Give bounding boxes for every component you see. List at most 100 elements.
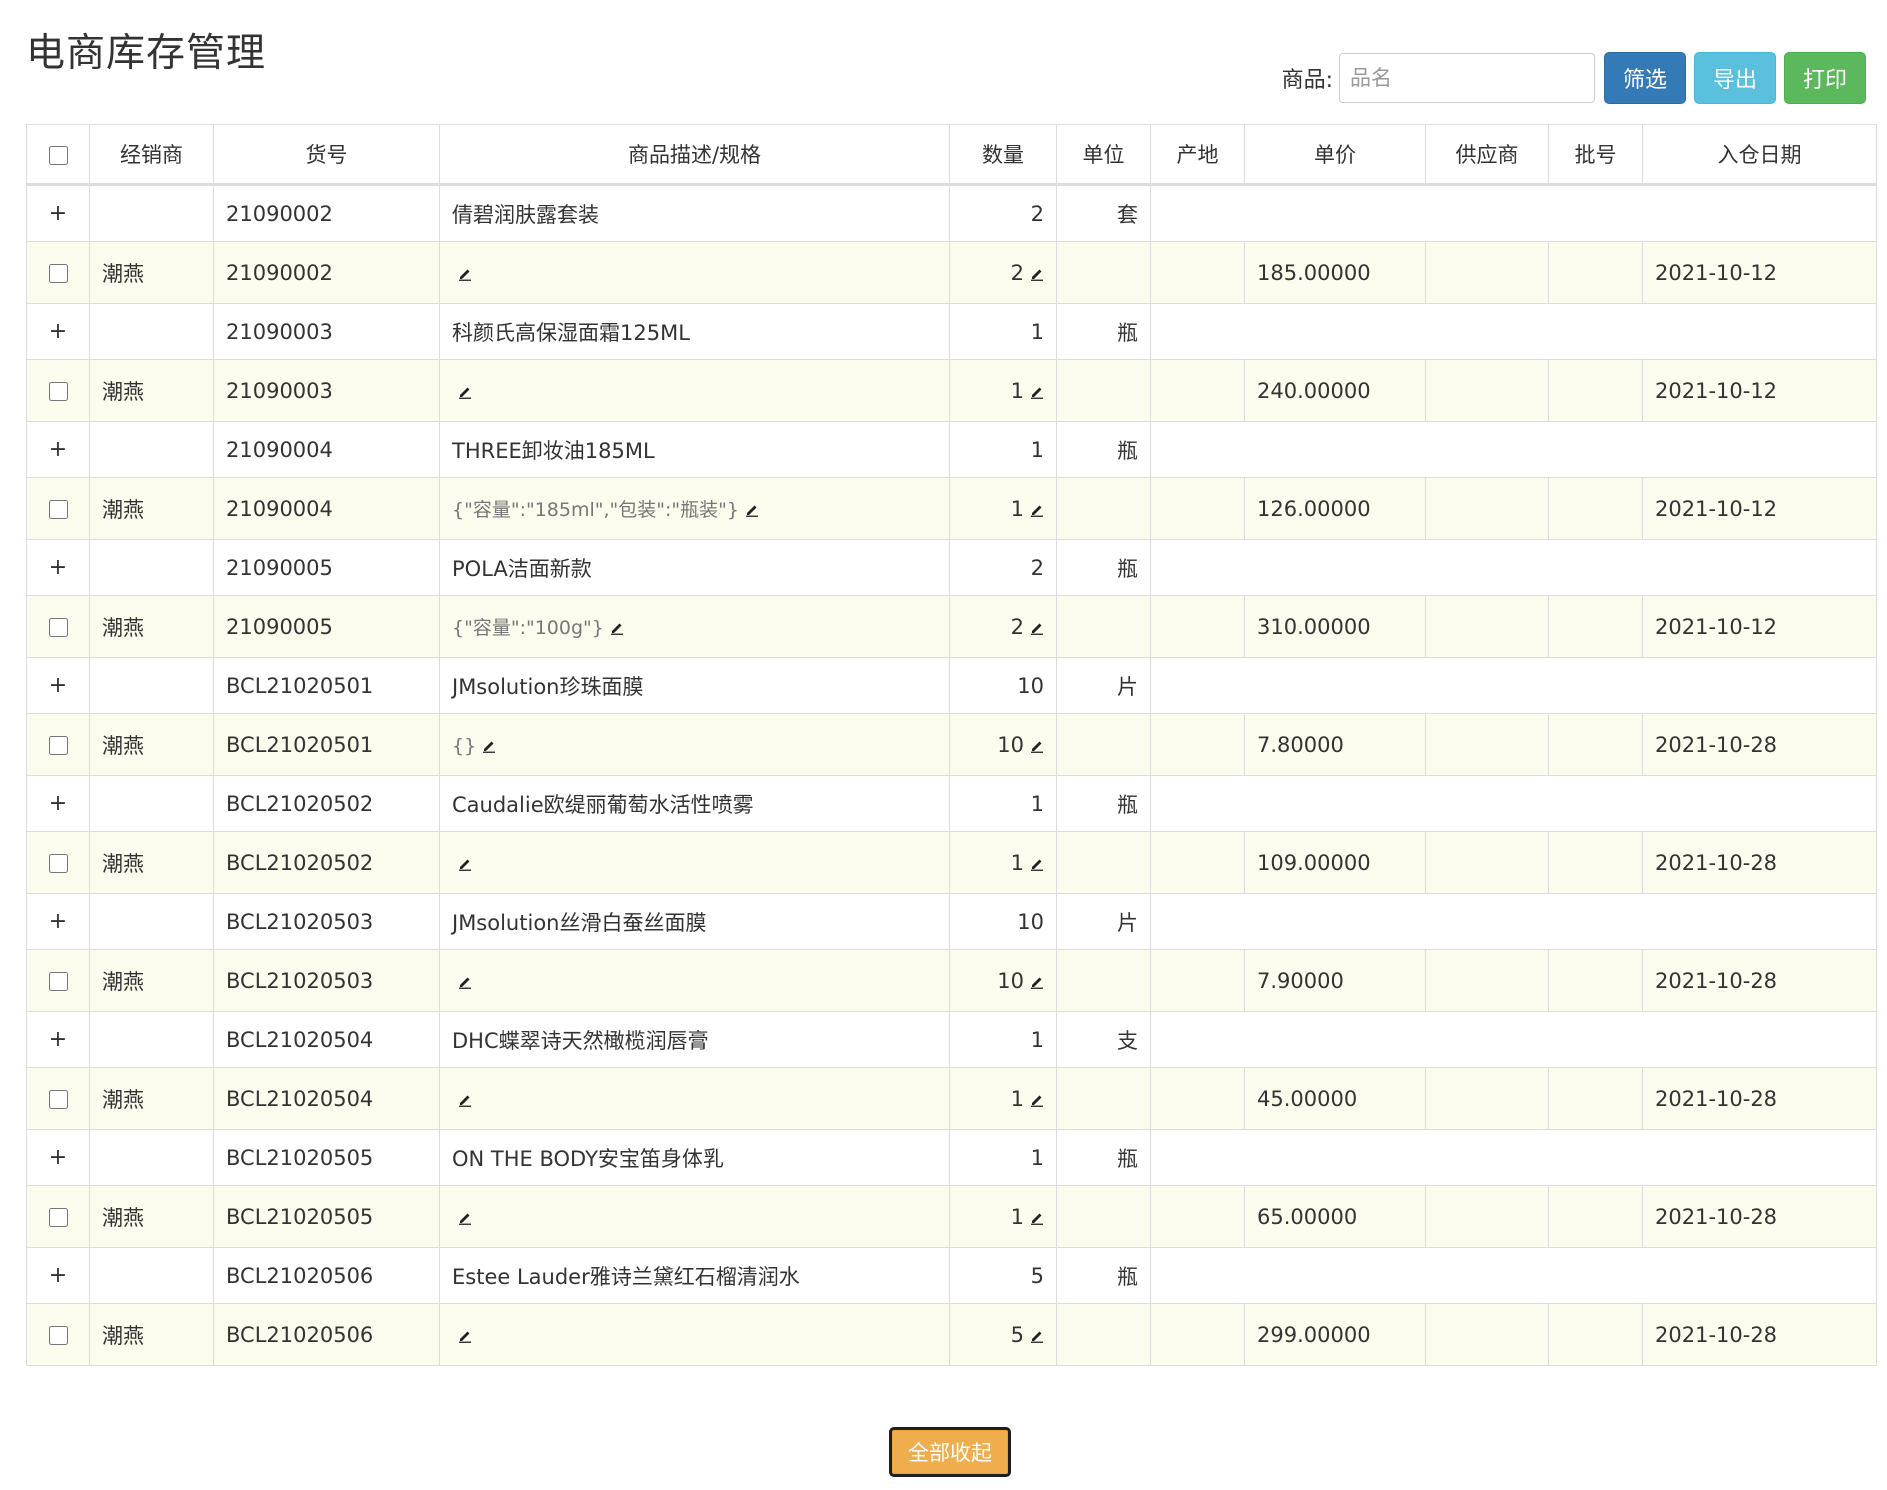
- group-empty-cell: [1150, 1247, 1877, 1304]
- expand-toggle[interactable]: +: [49, 1145, 67, 1170]
- edit-icon[interactable]: [1030, 857, 1044, 871]
- item-unit-cell: [1056, 1303, 1151, 1366]
- item-dealer-cell: 潮燕: [89, 595, 214, 658]
- group-empty-cell: [1150, 1011, 1877, 1068]
- table-header-row: 经销商 货号 商品描述/规格 数量 单位 产地 单价 供应商 批号 入仓日期: [26, 124, 1877, 186]
- item-date-cell: 2021-10-12: [1642, 241, 1877, 304]
- row-checkbox[interactable]: [48, 972, 68, 991]
- expand-toggle[interactable]: +: [49, 673, 67, 698]
- edit-icon[interactable]: [458, 267, 472, 281]
- group-sku-cell: 21090003: [213, 303, 440, 360]
- product-group-row: + BCL21020506 Estee Lauder雅诗兰黛红石榴清润水 5 瓶: [26, 1247, 1877, 1304]
- item-quantity-text: 1: [1010, 378, 1024, 403]
- collapse-all-button[interactable]: 全部收起: [889, 1427, 1011, 1477]
- edit-icon[interactable]: [1030, 267, 1044, 281]
- group-unit-cell: 瓶: [1056, 421, 1151, 478]
- edit-icon[interactable]: [458, 975, 472, 989]
- row-checkbox[interactable]: [48, 618, 68, 637]
- group-quantity-cell: 1: [949, 421, 1057, 478]
- item-unit-cell: [1056, 831, 1151, 894]
- row-select-cell: [26, 1303, 90, 1366]
- group-unit-cell: 片: [1056, 893, 1151, 950]
- edit-icon[interactable]: [458, 857, 472, 871]
- row-checkbox[interactable]: [48, 382, 68, 401]
- edit-icon[interactable]: [1030, 503, 1044, 517]
- item-batch-cell: [1548, 1303, 1643, 1366]
- row-checkbox[interactable]: [48, 1090, 68, 1109]
- header-supplier: 供应商: [1425, 124, 1549, 186]
- expand-toggle[interactable]: +: [49, 437, 67, 462]
- edit-icon[interactable]: [458, 1093, 472, 1107]
- stock-item-row: 潮燕 BCL21020505 1 65.00000 2021-10-28: [26, 1185, 1877, 1248]
- group-quantity-cell: 1: [949, 1011, 1057, 1068]
- select-all-checkbox[interactable]: [48, 145, 68, 165]
- row-checkbox[interactable]: [48, 736, 68, 755]
- expand-toggle[interactable]: +: [49, 1027, 67, 1052]
- edit-icon[interactable]: [1030, 1211, 1044, 1225]
- export-button[interactable]: 导出: [1694, 52, 1776, 104]
- group-dealer-cell: [89, 775, 214, 832]
- item-quantity-cell: 1: [949, 359, 1057, 422]
- expand-toggle[interactable]: +: [49, 201, 67, 226]
- stock-item-row: 潮燕 BCL21020501 {} 10 7.80000 2021-10-28: [26, 713, 1877, 776]
- item-unit-cell: [1056, 713, 1151, 776]
- expand-toggle[interactable]: +: [49, 909, 67, 934]
- expand-toggle[interactable]: +: [49, 791, 67, 816]
- row-checkbox[interactable]: [48, 1208, 68, 1227]
- item-quantity-text: 1: [1010, 1204, 1024, 1229]
- edit-icon[interactable]: [1030, 385, 1044, 399]
- item-date-cell: 2021-10-28: [1642, 1303, 1877, 1366]
- group-sku-cell: BCL21020502: [213, 775, 440, 832]
- group-empty-cell: [1150, 539, 1877, 596]
- filter-button[interactable]: 筛选: [1604, 52, 1686, 104]
- group-product-name-cell: JMsolution丝滑白蚕丝面膜: [439, 893, 950, 950]
- item-spec-cell: {"容量":"100g"}: [439, 595, 950, 658]
- item-spec-text: {"容量":"185ml","包装":"瓶装"}: [452, 499, 739, 521]
- header-stock-date: 入仓日期: [1642, 124, 1877, 186]
- item-batch-cell: [1548, 1185, 1643, 1248]
- item-supplier-cell: [1425, 831, 1549, 894]
- group-product-name-cell: Caudalie欧缇丽葡萄水活性喷雾: [439, 775, 950, 832]
- edit-icon[interactable]: [1030, 739, 1044, 753]
- group-sku-cell: 21090004: [213, 421, 440, 478]
- item-batch-cell: [1548, 595, 1643, 658]
- group-unit-cell: 瓶: [1056, 1129, 1151, 1186]
- edit-icon[interactable]: [458, 1211, 472, 1225]
- item-quantity-text: 5: [1010, 1322, 1024, 1347]
- edit-icon[interactable]: [458, 385, 472, 399]
- group-dealer-cell: [89, 1129, 214, 1186]
- inventory-table-container: 经销商 货号 商品描述/规格 数量 单位 产地 单价 供应商 批号 入仓日期 +…: [26, 124, 1877, 1366]
- row-checkbox[interactable]: [48, 500, 68, 519]
- item-dealer-cell: 潮燕: [89, 949, 214, 1012]
- item-quantity-cell: 1: [949, 831, 1057, 894]
- group-quantity-cell: 1: [949, 303, 1057, 360]
- item-batch-cell: [1548, 713, 1643, 776]
- group-sku-cell: 21090005: [213, 539, 440, 596]
- item-supplier-cell: [1425, 713, 1549, 776]
- item-price-cell: 109.00000: [1244, 831, 1426, 894]
- edit-icon[interactable]: [1030, 1093, 1044, 1107]
- expand-toggle[interactable]: +: [49, 1263, 67, 1288]
- stock-item-row: 潮燕 21090002 2 185.00000 2021-10-12: [26, 241, 1877, 304]
- edit-icon[interactable]: [1030, 1329, 1044, 1343]
- edit-icon[interactable]: [610, 621, 624, 635]
- row-checkbox[interactable]: [48, 264, 68, 283]
- group-quantity-cell: 2: [949, 184, 1057, 242]
- edit-icon[interactable]: [745, 503, 759, 517]
- edit-icon[interactable]: [1030, 621, 1044, 635]
- edit-icon[interactable]: [482, 739, 496, 753]
- select-all-cell: [26, 124, 90, 186]
- product-name-input[interactable]: [1339, 53, 1595, 103]
- print-button[interactable]: 打印: [1784, 52, 1866, 104]
- edit-icon[interactable]: [458, 1329, 472, 1343]
- expand-toggle[interactable]: +: [49, 555, 67, 580]
- item-spec-cell: [439, 949, 950, 1012]
- item-price-cell: 310.00000: [1244, 595, 1426, 658]
- edit-icon[interactable]: [1030, 975, 1044, 989]
- item-supplier-cell: [1425, 477, 1549, 540]
- row-checkbox[interactable]: [48, 1326, 68, 1345]
- row-checkbox[interactable]: [48, 854, 68, 873]
- row-select-cell: [26, 831, 90, 894]
- expand-toggle[interactable]: +: [49, 319, 67, 344]
- group-sku-cell: BCL21020505: [213, 1129, 440, 1186]
